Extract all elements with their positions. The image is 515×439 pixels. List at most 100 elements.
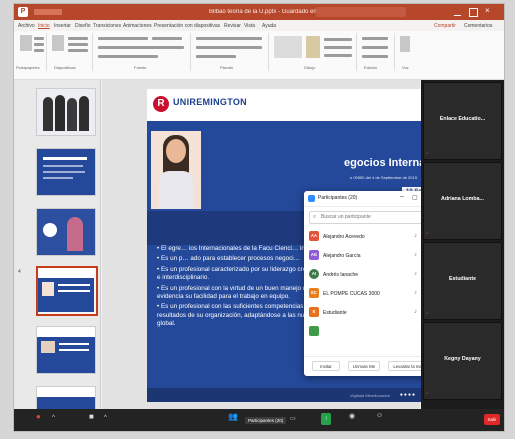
participants-title: Participantes (20) bbox=[318, 195, 358, 201]
group-edicion: Edición bbox=[358, 33, 395, 71]
slide-thumbnail[interactable] bbox=[36, 208, 96, 256]
tab-ayuda[interactable]: Ayuda bbox=[262, 23, 276, 29]
powerpoint-logo-icon: P bbox=[18, 7, 28, 17]
brand-name: UNIREMINGTON bbox=[173, 97, 247, 107]
mic-muted-icon[interactable]: ♪ bbox=[414, 290, 417, 296]
tab-transiciones[interactable]: Transiciones bbox=[93, 23, 121, 29]
arrange-icon[interactable] bbox=[306, 36, 320, 58]
ribbon-tabs: Archivo Inicio Insertar Diseño Transicio… bbox=[14, 20, 504, 31]
chevron-up-icon[interactable]: ^ bbox=[104, 415, 107, 421]
tab-presentacion[interactable]: Presentación con diapositivas bbox=[154, 23, 220, 29]
reactions-icon[interactable]: ☺ bbox=[376, 412, 383, 419]
participant-name: Alejandro García bbox=[323, 253, 361, 259]
participant-name: Enlace Educatio... bbox=[439, 116, 486, 122]
avatar: AA bbox=[309, 231, 319, 241]
group-portapapeles: Portapapeles bbox=[16, 33, 47, 71]
comments-button[interactable]: Comentarios bbox=[464, 23, 492, 29]
video-tile[interactable]: Enlace Educatio... ♪ bbox=[423, 82, 502, 160]
participant-name: Estudiante bbox=[323, 310, 347, 316]
video-tile[interactable]: Kegny Dayany ♪ bbox=[423, 322, 502, 400]
mic-muted-icon: ♪ bbox=[426, 310, 429, 316]
participant-name: EL POMPE CUCAS 3000 bbox=[323, 291, 380, 297]
avatar: E bbox=[309, 307, 319, 317]
chevron-up-icon[interactable]: ^ bbox=[52, 415, 55, 421]
participant-name: Andrés Ianache bbox=[323, 272, 359, 278]
footer-tag: Vigilada Mineducación bbox=[350, 393, 390, 398]
tab-diseno[interactable]: Diseño bbox=[75, 23, 91, 29]
participant-name: Estudiante bbox=[448, 276, 477, 282]
close-icon[interactable]: × bbox=[485, 7, 492, 15]
record-icon[interactable]: ◉ bbox=[349, 412, 355, 420]
unmute-me-button[interactable]: Unmute Me bbox=[348, 361, 380, 371]
group-fuente: Fuente bbox=[94, 33, 191, 71]
slide-thumbnails-panel: 4 bbox=[14, 80, 101, 431]
app-window: P Bilbao teoría de la U.pptx - Guardado … bbox=[14, 4, 504, 431]
video-gallery: Enlace Educatio... ♪ Adriana Lomba... ♪ … bbox=[421, 80, 504, 409]
slide-thumbnail[interactable] bbox=[36, 326, 96, 374]
avatar: AG bbox=[309, 250, 319, 260]
slide-subtitle: n 09550 del 4 de Septiembre de 2015 bbox=[350, 175, 417, 180]
search-icon: ⌕ bbox=[313, 214, 317, 220]
slide-footer: Vigilada Mineducación ●●●● bbox=[147, 388, 424, 402]
avatar: EC bbox=[309, 288, 319, 298]
participant-name: Alejandro Acevedo bbox=[323, 234, 365, 240]
quick-access-toolbar[interactable] bbox=[34, 9, 62, 15]
tab-inicio[interactable]: Inicio bbox=[38, 23, 50, 29]
leave-meeting-button[interactable]: Salir bbox=[484, 414, 500, 425]
mic-muted-icon: ♪ bbox=[426, 150, 429, 156]
slide-thumbnail-selected[interactable] bbox=[36, 266, 98, 316]
slide-header: R UNIREMINGTON bbox=[147, 89, 424, 121]
slide-thumbnail[interactable] bbox=[36, 148, 96, 196]
mic-muted-icon[interactable]: ♪ bbox=[414, 233, 417, 239]
zoom-icon bbox=[308, 195, 315, 202]
slide-title: egocios Internaciona bbox=[344, 157, 424, 169]
mic-muted-icon: ♪ bbox=[426, 230, 429, 236]
tab-revisar[interactable]: Revisar bbox=[224, 23, 241, 29]
ribbon: Portapapeles Diapositivas Fuente Párrafo bbox=[14, 31, 504, 80]
video-tile[interactable]: Estudiante ♪ bbox=[423, 242, 502, 320]
social-icons: ●●●● bbox=[399, 392, 416, 398]
group-parrafo: Párrafo bbox=[192, 33, 269, 71]
share-screen-icon[interactable]: ↑ bbox=[321, 413, 331, 425]
search-input[interactable] bbox=[321, 213, 431, 221]
shapes-gallery[interactable] bbox=[274, 36, 302, 58]
participant-search[interactable]: ⌕ bbox=[309, 211, 436, 224]
participant-name: Kegny Dayany bbox=[444, 356, 481, 362]
video-tile[interactable]: Adriana Lomba... ♪ bbox=[423, 162, 502, 240]
avatar: AI bbox=[309, 269, 319, 279]
mic-muted-icon: ♪ bbox=[426, 390, 429, 396]
minimize-icon[interactable] bbox=[454, 8, 461, 16]
paste-icon[interactable] bbox=[20, 35, 32, 51]
share-button[interactable]: Compartir bbox=[434, 23, 456, 29]
tab-archivo[interactable]: Archivo bbox=[18, 23, 35, 29]
tab-insertar[interactable]: Insertar bbox=[54, 23, 71, 29]
account-area[interactable] bbox=[316, 7, 406, 17]
mic-muted-icon[interactable]: ♪ bbox=[414, 309, 417, 315]
participants-icon[interactable]: 👥 bbox=[228, 412, 238, 421]
tab-vista[interactable]: Vista bbox=[244, 23, 255, 29]
participants-toolbar-label[interactable]: Participantes (20) bbox=[245, 417, 287, 424]
tab-animaciones[interactable]: Animaciones bbox=[123, 23, 152, 29]
mic-muted-icon[interactable]: ♪ bbox=[414, 252, 417, 258]
mute-icon[interactable]: ● bbox=[36, 412, 41, 421]
slide-canvas: R UNIREMINGTON egocios Internaciona n 09… bbox=[102, 80, 441, 409]
popout-icon[interactable]: ▢ bbox=[412, 194, 418, 201]
maximize-icon[interactable] bbox=[469, 8, 478, 17]
chat-icon[interactable]: ▭ bbox=[290, 415, 296, 422]
minimize-icon[interactable]: – bbox=[400, 193, 404, 200]
avatar bbox=[309, 326, 319, 336]
new-slide-icon[interactable] bbox=[52, 35, 64, 51]
student-photo bbox=[151, 131, 201, 209]
participant-name: Adriana Lomba... bbox=[441, 196, 484, 202]
invite-button[interactable]: Invitar bbox=[312, 361, 340, 371]
meeting-toolbar: ● ^ ■ ^ 👥 Participantes (20) ▭ ↑ ◉ ☺ Sal… bbox=[14, 409, 504, 431]
dictate-icon[interactable] bbox=[400, 36, 410, 52]
group-voz: Voz bbox=[396, 33, 416, 71]
uniremington-logo-icon: R bbox=[153, 96, 169, 112]
mic-muted-icon[interactable]: ♪ bbox=[414, 271, 417, 277]
group-dibujo: Dibujo bbox=[270, 33, 357, 71]
video-off-icon[interactable]: ■ bbox=[89, 412, 94, 421]
group-diapositivas: Diapositivas bbox=[48, 33, 93, 71]
title-bar: P Bilbao teoría de la U.pptx - Guardado … bbox=[14, 4, 504, 20]
slide-thumbnail[interactable] bbox=[36, 88, 96, 136]
